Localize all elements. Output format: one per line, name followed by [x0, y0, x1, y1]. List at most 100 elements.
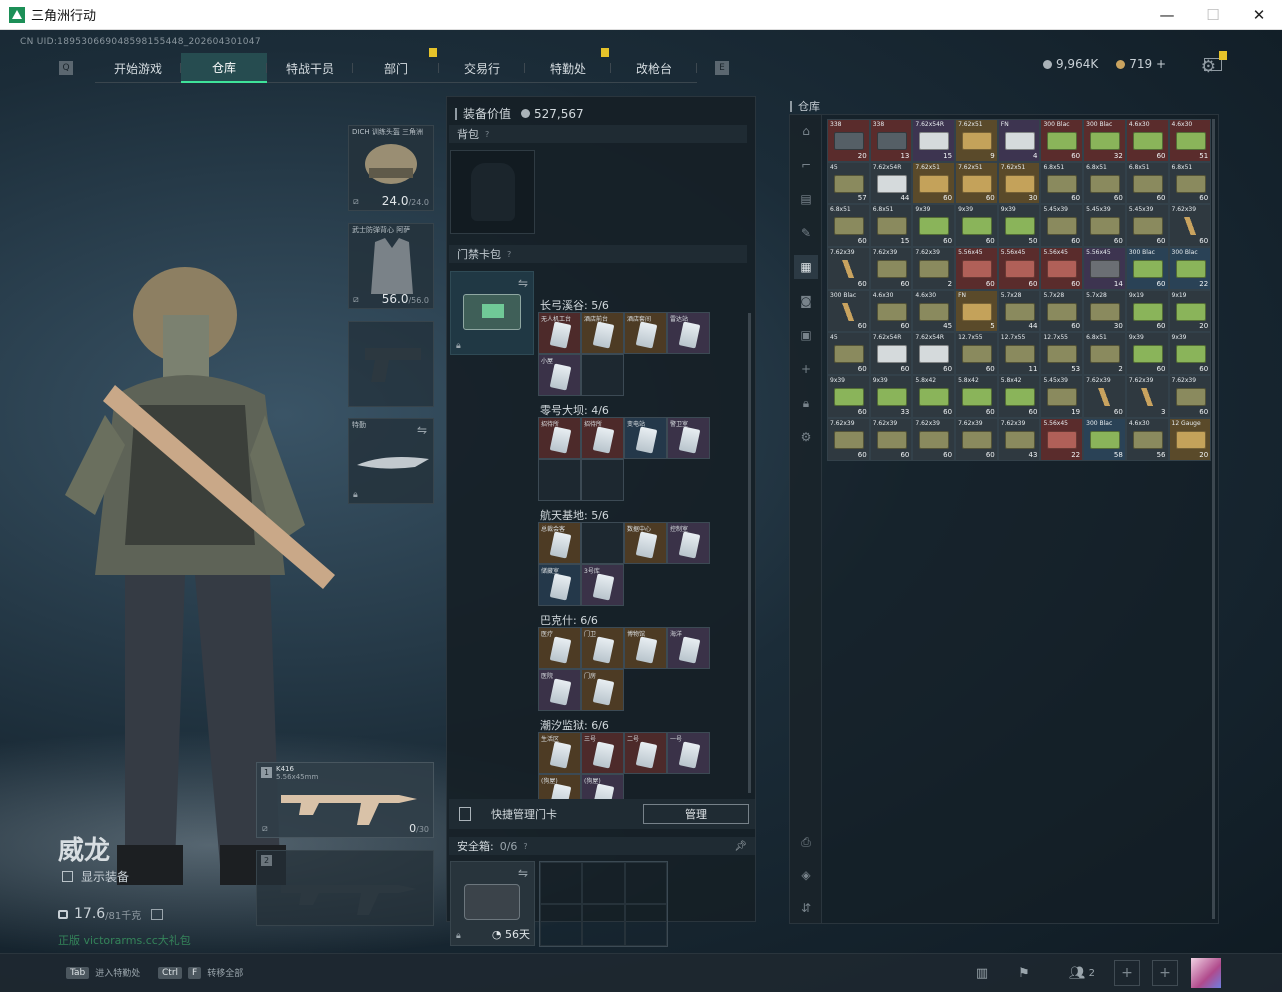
primary-weapon-slot[interactable]: 1 K416 5.56x45mm ⧄ 0/30 [256, 762, 434, 838]
help-icon[interactable]: ? [523, 842, 527, 851]
stash-item[interactable]: 5.8x42 60 [955, 375, 998, 418]
stash-item[interactable]: 4.6x30 60 [869, 289, 913, 333]
nav-prev-key[interactable]: Q [59, 61, 73, 75]
stash-item[interactable]: 45 60 [827, 332, 870, 376]
stash-item[interactable]: 9x39 60 [827, 375, 870, 418]
tab-item[interactable]: 交易行 [439, 53, 525, 83]
stash-settings-icon[interactable]: ⚙ [794, 425, 818, 449]
keycard-item[interactable]: 海洋 [667, 627, 710, 669]
show-equipment-checkbox[interactable] [62, 871, 73, 882]
keycard-item[interactable]: 招待所 [581, 417, 624, 459]
stash-sell-icon[interactable]: ⎙ [794, 830, 818, 854]
stash-item[interactable]: 7.62x54R 15 [912, 119, 956, 162]
stash-item[interactable]: 9x39 60 [1125, 332, 1169, 376]
stash-item[interactable]: 7.62x39 60 [827, 417, 870, 461]
stash-category-all-icon[interactable]: ⌂ [794, 119, 818, 143]
keycard-item[interactable]: 小屋 [538, 354, 581, 396]
keycard-item[interactable]: 控制室 [667, 522, 710, 564]
stash-item[interactable]: 9x19 60 [1125, 289, 1169, 333]
melee-slot[interactable]: 特勤 ⇋ 🔒︎ [348, 418, 434, 504]
minimize-button[interactable]: — [1144, 0, 1190, 30]
stash-item[interactable]: 5.56x45 14 [1083, 247, 1126, 290]
stash-item[interactable]: 5.56x45 60 [955, 247, 998, 290]
keycard-item[interactable]: 二号 [624, 732, 667, 774]
stash-item[interactable]: 9x19 20 [1168, 289, 1212, 333]
stash-item[interactable]: 5.56x45 22 [1040, 417, 1084, 461]
stash-item[interactable]: 9x39 50 [997, 204, 1041, 248]
stash-item[interactable]: 5.45x39 60 [1125, 204, 1169, 248]
stash-item[interactable]: 7.62x39 60 [869, 417, 913, 461]
empty-keycard-slot[interactable] [581, 354, 624, 396]
stash-item[interactable]: 7.62x54R 60 [912, 332, 956, 376]
help-icon[interactable]: ? [485, 130, 489, 139]
manage-button[interactable]: 管理 [643, 804, 749, 824]
keycard-item[interactable]: 三号 [581, 732, 624, 774]
stash-lock-icon[interactable]: 🔒︎ [794, 391, 818, 415]
stash-item[interactable]: 4.6x30 60 [1125, 119, 1169, 162]
tab-item[interactable]: 部门 [353, 48, 439, 83]
stash-item[interactable]: 7.62x39 60 [869, 247, 913, 290]
stash-item[interactable]: 45 57 [827, 161, 870, 205]
stash-category-ammo-icon[interactable]: ▦ [794, 255, 818, 279]
stash-item[interactable]: 300 Blac 22 [1168, 247, 1212, 290]
keycard-item[interactable]: 招待所 [538, 417, 581, 459]
stash-item[interactable]: 6.8x51 60 [827, 204, 870, 248]
stash-item[interactable]: 5.8x42 60 [912, 375, 956, 418]
keycard-item[interactable]: 门卫 [581, 627, 624, 669]
keycard-item[interactable]: 一号 [667, 732, 710, 774]
stash-item[interactable]: 6.8x51 60 [1125, 161, 1169, 205]
keycard-item[interactable]: 医疗 [538, 627, 581, 669]
player-avatar[interactable] [1191, 958, 1221, 988]
swap-icon[interactable]: ⇋ [518, 276, 528, 290]
stash-item[interactable]: 300 Blac 58 [1083, 417, 1126, 461]
keycard-item[interactable]: 储藏室 [538, 564, 581, 606]
armor-slot[interactable]: 武士防弹背心 阿萨 ⧄ 56.0/56.0 [348, 223, 434, 309]
keycard-item[interactable]: 3号库 [581, 564, 624, 606]
keycard-item[interactable]: 博物馆 [624, 627, 667, 669]
stats-chart-icon[interactable]: ▥ [971, 962, 993, 984]
stash-item[interactable]: 7.62x39 60 [1168, 204, 1212, 248]
keycard-item[interactable]: 数据中心 [624, 522, 667, 564]
stash-item[interactable]: 300 Blac 60 [827, 289, 870, 333]
stash-item[interactable]: 12.7x55 53 [1040, 332, 1084, 376]
keycard-item[interactable]: 警卫室 [667, 417, 710, 459]
stash-item[interactable]: 7.62x39 60 [912, 417, 956, 461]
stash-item[interactable]: 300 Blac 32 [1083, 119, 1126, 162]
weight-details-icon[interactable] [151, 908, 164, 920]
stash-item[interactable]: 9x39 60 [955, 204, 998, 248]
keycard-item[interactable]: 变电站 [624, 417, 667, 459]
stash-item[interactable]: 12.7x55 11 [997, 332, 1041, 376]
stash-item[interactable]: 4.6x30 51 [1168, 119, 1212, 162]
add-stash-page-icon[interactable]: + [794, 357, 818, 381]
safebox-slot[interactable]: ⇋ 🔒︎ ◔ 56天 [450, 861, 535, 946]
stash-item[interactable]: 9x39 60 [912, 204, 956, 248]
help-icon[interactable]: ? [507, 250, 511, 259]
helmet-slot[interactable]: DICH 训练头盔 三角洲 ⧄ 24.0/24.0 [348, 125, 434, 211]
stash-item[interactable]: 12.7x55 60 [955, 332, 998, 376]
keycard-item[interactable]: 总裁会客 [538, 522, 581, 564]
keycard-item[interactable]: 门房 [581, 669, 624, 711]
keycard-item[interactable]: 酒店套间 [624, 312, 667, 354]
stash-item[interactable]: 338 20 [827, 119, 870, 162]
tab-item[interactable]: 开始游戏 [95, 53, 181, 83]
settings-gear-icon[interactable]: ⚙ [1201, 57, 1216, 77]
empty-keycard-slot[interactable] [581, 522, 624, 564]
stash-item[interactable]: 300 Blac 60 [1040, 119, 1084, 162]
gold-currency[interactable]: 719 + [1116, 57, 1166, 71]
stash-item[interactable]: 12 Gauge 20 [1168, 417, 1212, 461]
stash-item[interactable]: 4.6x30 45 [912, 289, 956, 333]
stash-sort-icon[interactable]: ⇵ [794, 896, 818, 920]
stash-item[interactable]: 6.8x51 60 [1083, 161, 1126, 205]
stash-category-equipment-icon[interactable]: ▤ [794, 187, 818, 211]
nav-next-key[interactable]: E [715, 61, 729, 75]
maximize-button[interactable]: ☐ [1190, 0, 1236, 30]
keycard-item[interactable]: 生活区 [538, 732, 581, 774]
stash-item[interactable]: 7.62x51 30 [997, 161, 1041, 205]
stash-item[interactable]: 5.56x45 60 [1040, 247, 1084, 290]
stash-item[interactable]: 7.62x39 3 [1125, 375, 1169, 418]
stash-item[interactable]: 7.62x39 43 [997, 417, 1041, 461]
team-icon[interactable]: 👥︎ 2 [1062, 962, 1102, 984]
stash-item[interactable]: 5.7x28 60 [1040, 289, 1084, 333]
backpack-slot[interactable] [450, 150, 535, 234]
stash-category-misc-icon[interactable]: ▣ [794, 323, 818, 347]
